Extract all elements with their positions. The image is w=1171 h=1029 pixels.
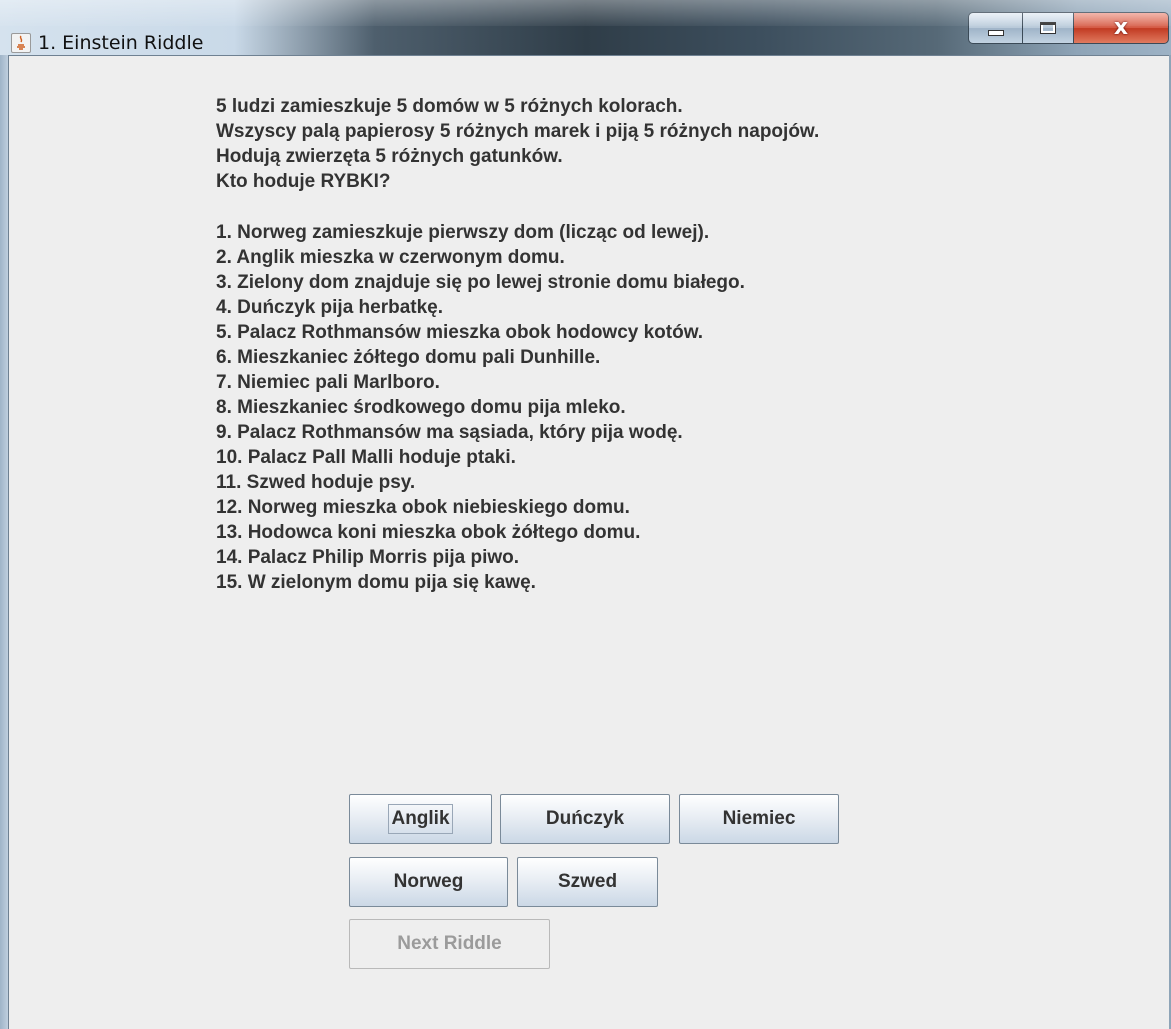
- title-bar[interactable]: 1. Einstein Riddle x: [0, 0, 1171, 56]
- clue-line: 2. Anglik mieszka w czerwonym domu.: [216, 247, 565, 268]
- clue-line: 1. Norweg zamieszkuje pierwszy dom (licz…: [216, 222, 710, 243]
- next-riddle-label: Next Riddle: [397, 933, 502, 954]
- answer-button-label: Duńczyk: [545, 808, 625, 829]
- answer-button-dunczyk[interactable]: Duńczyk: [500, 794, 670, 844]
- clue-line: 9. Palacz Rothmansów ma sąsiada, który p…: [216, 422, 683, 443]
- answer-button-anglik[interactable]: Anglik: [349, 794, 492, 844]
- riddle-text: 5 ludzi zamieszkuje 5 domów w 5 różnych …: [216, 94, 819, 595]
- window-title: 1. Einstein Riddle: [38, 32, 204, 54]
- clue-line: 4. Duńczyk pija herbatkę.: [216, 297, 444, 318]
- clue-line: 3. Zielony dom znajduje się po lewej str…: [216, 272, 745, 293]
- intro-line: Hodują zwierzęta 5 różnych gatunków.: [216, 146, 563, 167]
- clue-line: 13. Hodowca koni mieszka obok żółtego do…: [216, 522, 641, 543]
- clue-line: 7. Niemiec pali Marlboro.: [216, 372, 440, 393]
- clue-line: 10. Palacz Pall Malli hoduje ptaki.: [216, 447, 516, 468]
- maximize-button[interactable]: [1022, 12, 1074, 44]
- close-icon: x: [1113, 15, 1129, 40]
- clue-line: 6. Mieszkaniec żółtego domu pali Dunhill…: [216, 347, 601, 368]
- answer-button-niemiec[interactable]: Niemiec: [679, 794, 839, 844]
- answer-button-label: Anglik: [388, 804, 453, 834]
- window-frame-left: [0, 55, 9, 1029]
- clue-line: 14. Palacz Philip Morris pija piwo.: [216, 547, 520, 568]
- java-app-icon[interactable]: [11, 33, 31, 53]
- next-riddle-button[interactable]: Next Riddle: [349, 919, 550, 969]
- answer-button-label: Szwed: [557, 871, 618, 892]
- intro-line: Wszyscy palą papierosy 5 różnych marek i…: [216, 121, 820, 142]
- answer-button-label: Niemiec: [722, 808, 796, 829]
- clue-line: 15. W zielonym domu pija się kawę.: [216, 572, 536, 593]
- answer-button-norweg[interactable]: Norweg: [349, 857, 508, 907]
- clue-line: 11. Szwed hoduje psy.: [216, 472, 416, 493]
- clue-line: 5. Palacz Rothmansów mieszka obok hodowc…: [216, 322, 704, 343]
- clue-line: 12. Norweg mieszka obok niebieskiego dom…: [216, 497, 630, 518]
- minimize-icon: [987, 30, 1004, 36]
- question-line: Kto hoduje RYBKI?: [216, 171, 391, 192]
- answer-button-label: Norweg: [393, 871, 464, 892]
- content-panel: 5 ludzi zamieszkuje 5 domów w 5 różnych …: [9, 56, 1169, 1029]
- close-button[interactable]: x: [1073, 12, 1169, 44]
- clue-line: 8. Mieszkaniec środkowego domu pija mlek…: [216, 397, 626, 418]
- app-window: 1. Einstein Riddle x 5 ludzi zamieszkuje…: [0, 0, 1171, 1029]
- maximize-icon: [1040, 22, 1056, 34]
- intro-line: 5 ludzi zamieszkuje 5 domów w 5 różnych …: [216, 96, 683, 117]
- minimize-button[interactable]: [968, 12, 1023, 44]
- answer-button-szwed[interactable]: Szwed: [517, 857, 658, 907]
